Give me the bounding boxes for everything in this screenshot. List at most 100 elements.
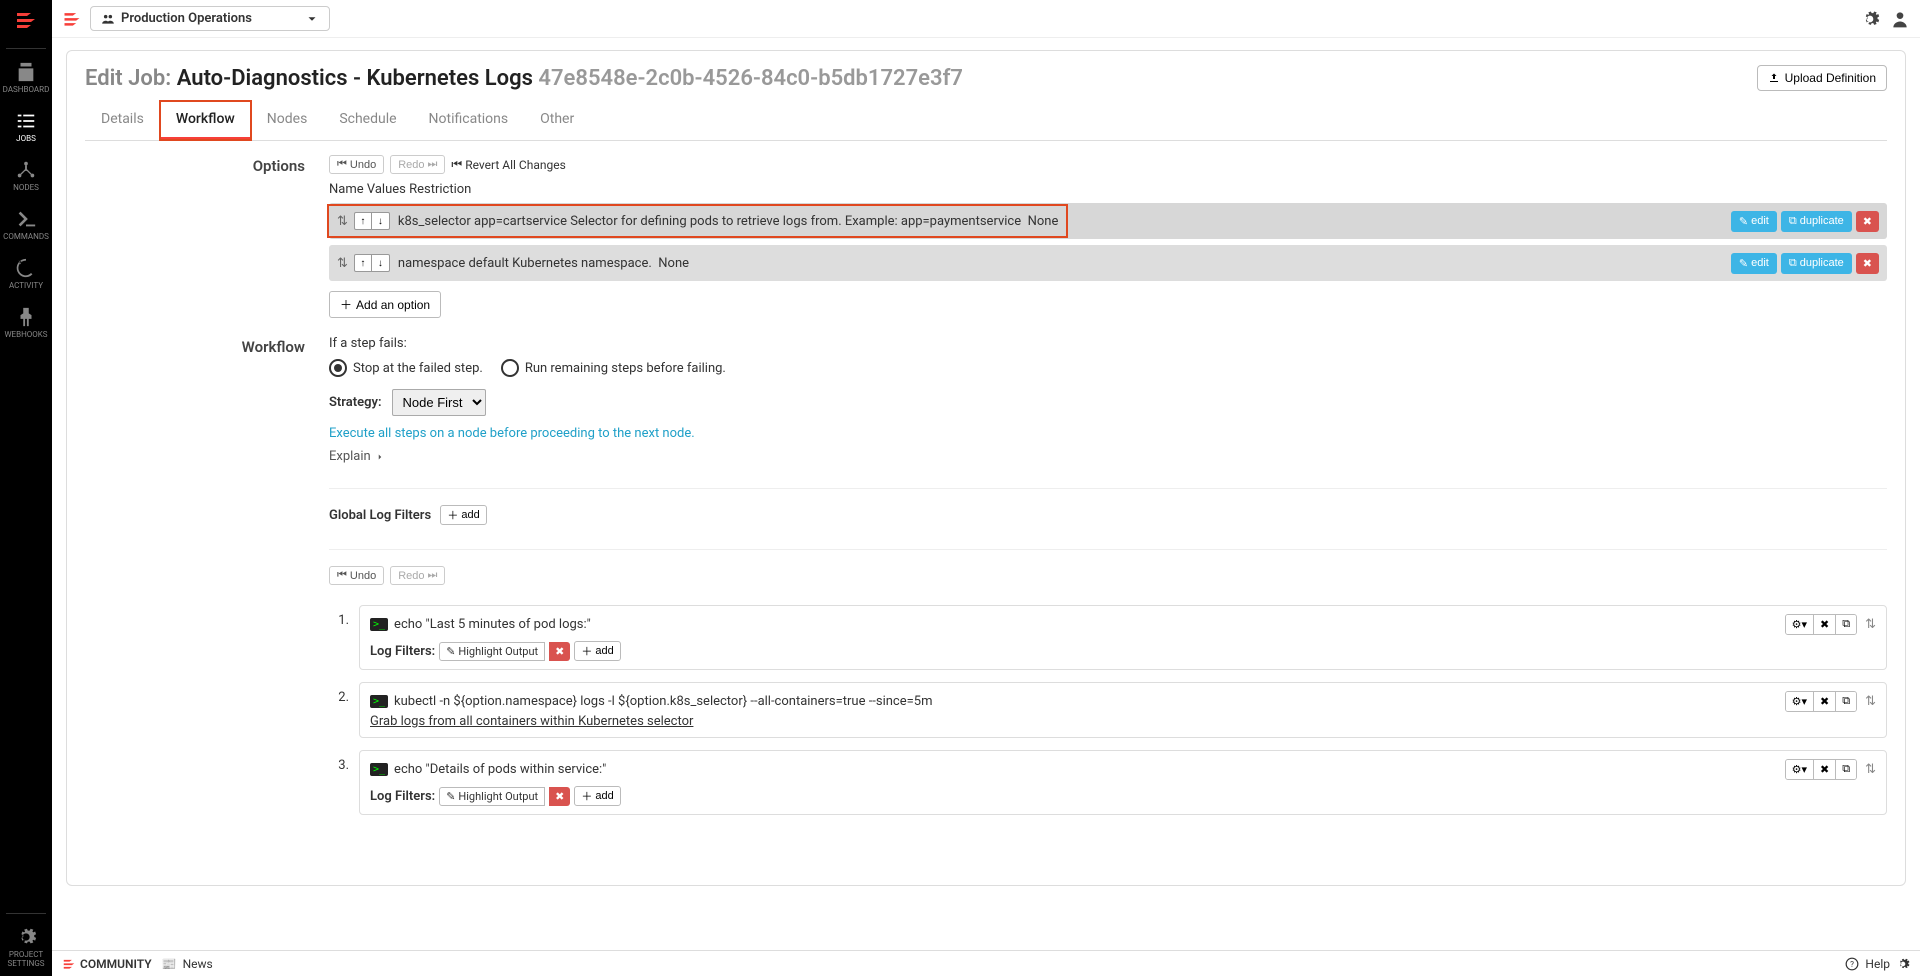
move-up-button[interactable]: ↑ (354, 212, 372, 230)
sidebar-item-label: Webhooks (4, 330, 47, 339)
option-text[interactable]: namespace default Kubernetes namespace. … (398, 256, 689, 271)
strategy-select[interactable]: Node First (392, 389, 486, 416)
terminal-icon: >_ (370, 695, 388, 708)
global-log-filters-label: Global Log Filters (329, 508, 431, 523)
tab-notifications[interactable]: Notifications (413, 101, 525, 140)
sidebar-item-nodes[interactable]: Nodes (0, 151, 52, 200)
drag-handle-icon[interactable]: ⇅ (337, 214, 348, 229)
sidebar-item-commands[interactable]: Commands (0, 200, 52, 249)
workflow-label: Workflow (85, 336, 329, 827)
news-icon: 📰 (162, 957, 177, 971)
tab-workflow[interactable]: Workflow (160, 101, 251, 140)
tabs: Details Workflow Nodes Schedule Notifica… (85, 101, 1887, 141)
option-row: ⇅ ↑ ↓ k8s_selector app=cartservice Selec… (329, 203, 1887, 239)
radio-run-remaining[interactable]: Run remaining steps before failing. (501, 359, 726, 377)
highlight-output-chip[interactable]: ✎Highlight Output (439, 787, 545, 806)
sidebar-item-activity[interactable]: Activity (0, 249, 52, 298)
tab-details[interactable]: Details (85, 101, 160, 140)
drag-handle-icon[interactable]: ⇅ (1865, 617, 1876, 632)
step-copy-button[interactable]: ⧉ (1836, 760, 1856, 779)
duplicate-option-button[interactable]: ⧉duplicate (1781, 253, 1852, 274)
steps-undo-button[interactable]: ⏮Undo (329, 566, 384, 585)
undo-button[interactable]: ⏮Undo (329, 155, 384, 174)
sidebar-item-label: Activity (9, 281, 43, 290)
app-logo-footer-icon (62, 957, 76, 971)
step-command[interactable]: kubectl -n ${option.namespace} logs -l $… (394, 694, 932, 709)
gear-icon[interactable] (1896, 957, 1910, 971)
sidebar-item-project-settings[interactable]: Project Settings (0, 918, 52, 976)
user-icon[interactable] (1890, 9, 1910, 29)
tab-other[interactable]: Other (524, 101, 590, 140)
sidebar-item-label: Jobs (16, 134, 36, 143)
app-logo-small-icon (62, 9, 82, 29)
radio-stop-failed[interactable]: Stop at the failed step. (329, 359, 483, 377)
tab-schedule[interactable]: Schedule (323, 101, 412, 140)
footer-community: COMMUNITY (80, 957, 152, 971)
move-down-button[interactable]: ↓ (372, 254, 390, 272)
move-down-button[interactable]: ↓ (372, 212, 390, 230)
step-copy-button[interactable]: ⧉ (1836, 692, 1856, 711)
edit-option-button[interactable]: ✎edit (1731, 253, 1777, 274)
sidebar-item-label: Project Settings (7, 950, 44, 968)
sidebar-item-webhooks[interactable]: Webhooks (0, 298, 52, 347)
options-label: Options (85, 155, 329, 318)
edit-option-button[interactable]: ✎edit (1731, 211, 1777, 232)
explain-toggle[interactable]: Explain (329, 449, 385, 464)
sidebar-item-label: Dashboard (3, 85, 50, 94)
app-logo-icon (14, 8, 38, 32)
add-filter-button[interactable]: ＋add (574, 786, 620, 806)
step-settings-button[interactable]: ⚙▾ (1786, 692, 1814, 711)
strategy-description[interactable]: Execute all steps on a node before proce… (329, 426, 1887, 441)
step-command[interactable]: echo "Details of pods within service:" (394, 762, 606, 777)
footer-help-link[interactable]: Help (1865, 957, 1890, 971)
drag-handle-icon[interactable]: ⇅ (337, 256, 348, 271)
step-delete-button[interactable]: ✖ (1814, 760, 1836, 779)
step-settings-button[interactable]: ⚙▾ (1786, 615, 1814, 634)
add-global-filter-button[interactable]: ＋add (440, 505, 486, 525)
strategy-label: Strategy: (329, 395, 382, 410)
drag-handle-icon[interactable]: ⇅ (1865, 694, 1876, 709)
log-filters-label: Log Filters: (370, 644, 435, 659)
remove-filter-button[interactable]: ✖ (549, 787, 570, 806)
delete-option-button[interactable]: ✖ (1856, 253, 1879, 274)
move-up-button[interactable]: ↑ (354, 254, 372, 272)
option-text[interactable]: k8s_selector app=cartservice Selector fo… (398, 214, 1058, 229)
step-command[interactable]: echo "Last 5 minutes of pod logs:" (394, 617, 591, 632)
tab-nodes[interactable]: Nodes (251, 101, 324, 140)
upload-icon (1768, 72, 1780, 84)
step-description[interactable]: Grab logs from all containers within Kub… (370, 714, 1876, 729)
project-selector[interactable]: Production Operations (90, 6, 330, 31)
delete-option-button[interactable]: ✖ (1856, 211, 1879, 232)
add-filter-button[interactable]: ＋add (574, 641, 620, 661)
step-number: 3. (329, 750, 349, 773)
step-delete-button[interactable]: ✖ (1814, 615, 1836, 634)
upload-definition-button[interactable]: Upload Definition (1757, 65, 1887, 91)
duplicate-option-button[interactable]: ⧉duplicate (1781, 211, 1852, 232)
sidebar-item-dashboard[interactable]: Dashboard (0, 53, 52, 102)
drag-handle-icon[interactable]: ⇅ (1865, 762, 1876, 777)
step-delete-button[interactable]: ✖ (1814, 692, 1836, 711)
redo-button[interactable]: Redo⏭ (390, 155, 445, 174)
topbar: Production Operations (52, 0, 1920, 38)
sidebar-item-jobs[interactable]: Jobs (0, 102, 52, 151)
fails-label: If a step fails: (329, 336, 1887, 351)
remove-filter-button[interactable]: ✖ (549, 642, 570, 661)
highlight-output-chip[interactable]: ✎Highlight Output (439, 642, 545, 661)
chevron-right-icon (375, 452, 385, 462)
terminal-icon: >_ (370, 763, 388, 776)
project-name: Production Operations (121, 11, 305, 26)
revert-all-link[interactable]: ⏮Revert All Changes (451, 157, 565, 172)
step-number: 1. (329, 605, 349, 628)
footer-news-link[interactable]: News (183, 957, 213, 971)
add-option-button[interactable]: ＋Add an option (329, 291, 441, 318)
sidebar-item-label: Commands (3, 232, 49, 241)
step-number: 2. (329, 682, 349, 705)
step-copy-button[interactable]: ⧉ (1836, 615, 1856, 634)
gear-icon[interactable] (1860, 9, 1880, 29)
steps-redo-button[interactable]: Redo⏭ (390, 566, 445, 585)
step-settings-button[interactable]: ⚙▾ (1786, 760, 1814, 779)
radio-icon (501, 359, 519, 377)
svg-text:?: ? (1850, 958, 1854, 968)
sidebar: Dashboard Jobs Nodes Commands Activity W… (0, 0, 52, 976)
log-filters-label: Log Filters: (370, 789, 435, 804)
